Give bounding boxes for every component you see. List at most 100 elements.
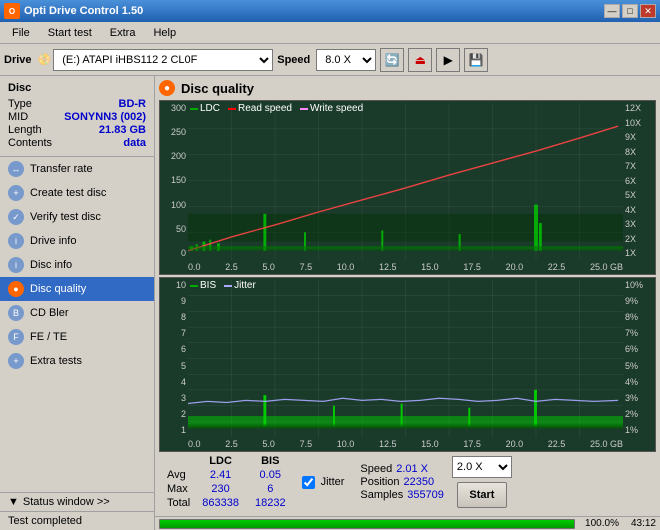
start-button[interactable]: Start	[457, 482, 507, 508]
stats-max-label: Max	[163, 482, 194, 496]
dq-title: Disc quality	[181, 81, 254, 96]
dq-icon: ●	[159, 80, 175, 96]
bis-chart: BIS Jitter 10 9 8 7 6 5 4	[159, 277, 656, 452]
disc-section: Disc Type BD-R MID SONYNN3 (002) Length …	[0, 76, 154, 157]
action-button[interactable]: ▶	[436, 48, 460, 72]
menu-start-test[interactable]: Start test	[40, 25, 100, 41]
speed-select[interactable]: 8.0 X	[316, 49, 376, 71]
disc-info-icon: i	[8, 257, 24, 273]
sidebar-item-cd-bler[interactable]: B CD Bler	[0, 301, 154, 325]
jitter-checkbox[interactable]	[302, 476, 315, 489]
stats-max-bis: 6	[247, 482, 294, 496]
stats-total-bis: 18232	[247, 496, 294, 510]
stats-total-label: Total	[163, 496, 194, 510]
samples-row: Samples 355709	[360, 489, 444, 501]
toolbar: Drive 📀 (E:) ATAPI iHBS112 2 CL0F Speed …	[0, 44, 660, 76]
stats-avg-ldc: 2.41	[194, 468, 247, 482]
speed-setting-select[interactable]: 2.0 X	[452, 456, 512, 478]
sidebar-item-create-test-disc[interactable]: + Create test disc	[0, 181, 154, 205]
position-label: Position	[360, 476, 399, 488]
disc-type-row: Type BD-R	[8, 98, 146, 110]
sidebar: Disc Type BD-R MID SONYNN3 (002) Length …	[0, 76, 155, 530]
stats-table: LDC BIS Avg 2.41 0.05 Max 230 6 Total	[163, 454, 294, 510]
disc-contents-label: Contents	[8, 137, 52, 149]
ldc-legend-item: LDC	[190, 103, 220, 114]
drive-label: Drive	[4, 54, 32, 66]
save-button[interactable]: 💾	[464, 48, 488, 72]
disc-quality-panel: ● Disc quality LDC Read speed	[155, 76, 660, 516]
bis-legend: BIS Jitter	[190, 280, 256, 291]
ldc-legend: LDC Read speed Write speed	[190, 103, 363, 114]
jitter-area: Jitter	[302, 476, 345, 489]
menu-file[interactable]: File	[4, 25, 38, 41]
title-buttons: — □ ✕	[604, 4, 656, 18]
transfer-rate-icon: ↔	[8, 161, 24, 177]
progress-container: 100.0% 43:12	[155, 516, 660, 530]
menu-help[interactable]: Help	[145, 25, 184, 41]
sidebar-item-disc-info[interactable]: i Disc info	[0, 253, 154, 277]
bis-chart-plot	[188, 280, 623, 437]
position-row: Position 22350	[360, 476, 444, 488]
sidebar-item-fe-te[interactable]: F FE / TE	[0, 325, 154, 349]
time-text: 43:12	[631, 518, 656, 529]
cd-bler-icon: B	[8, 305, 24, 321]
minimize-button[interactable]: —	[604, 4, 620, 18]
charts-container: LDC Read speed Write speed 300	[159, 100, 656, 452]
progress-text: 100.0%	[579, 518, 619, 529]
write-speed-legend-dot	[300, 108, 308, 110]
sidebar-item-transfer-rate[interactable]: ↔ Transfer rate	[0, 157, 154, 181]
stats-total-ldc: 863338	[194, 496, 247, 510]
verify-test-disc-icon: ✓	[8, 209, 24, 225]
disc-mid-value: SONYNN3 (002)	[64, 111, 146, 123]
stats-avg-label: Avg	[163, 468, 194, 482]
speed-position-area: Speed 2.01 X Position 22350 Samples 3557…	[360, 463, 444, 501]
position-value: 22350	[404, 476, 435, 488]
sidebar-item-disc-quality[interactable]: ● Disc quality	[0, 277, 154, 301]
stats-bis-header: BIS	[247, 454, 294, 468]
sidebar-status: ▼ Status window >> Test completed	[0, 492, 154, 530]
disc-mid-row: MID SONYNN3 (002)	[8, 111, 146, 123]
speed-value: 2.01 X	[396, 463, 428, 475]
jitter-label: Jitter	[321, 476, 345, 488]
status-window-label: Status window >>	[23, 496, 110, 508]
extra-tests-icon: +	[8, 353, 24, 369]
content-area: ● Disc quality LDC Read speed	[155, 76, 660, 530]
samples-value: 355709	[407, 489, 444, 501]
disc-mid-label: MID	[8, 111, 28, 123]
ldc-chart: LDC Read speed Write speed 300	[159, 100, 656, 275]
disc-length-value: 21.83 GB	[99, 124, 146, 136]
bis-x-axis: 0.0 2.5 5.0 7.5 10.0 12.5 15.0 17.5 20.0…	[188, 437, 623, 451]
speed-select-start-area: 2.0 X Start	[452, 456, 512, 508]
ldc-legend-dot	[190, 108, 198, 110]
eject-button[interactable]: ⏏	[408, 48, 432, 72]
speed-row: Speed 2.01 X	[360, 463, 444, 475]
disc-quality-icon: ●	[8, 281, 24, 297]
dq-title-bar: ● Disc quality	[159, 80, 656, 96]
refresh-button[interactable]: 🔄	[380, 48, 404, 72]
sidebar-item-extra-tests[interactable]: + Extra tests	[0, 349, 154, 373]
ldc-y-axis-right: 12X 10X 9X 8X 7X 6X 5X 4X 3X 2X 1X	[623, 101, 655, 258]
sidebar-item-verify-test-disc[interactable]: ✓ Verify test disc	[0, 205, 154, 229]
read-speed-legend-dot	[228, 108, 236, 110]
sidebar-item-drive-info[interactable]: i Drive info	[0, 229, 154, 253]
drive-select[interactable]: (E:) ATAPI iHBS112 2 CL0F	[53, 49, 273, 71]
menu-bar: File Start test Extra Help	[0, 22, 660, 44]
app-title: Opti Drive Control 1.50	[24, 5, 143, 17]
read-speed-legend-item: Read speed	[228, 103, 292, 114]
main-layout: Disc Type BD-R MID SONYNN3 (002) Length …	[0, 76, 660, 530]
close-button[interactable]: ✕	[640, 4, 656, 18]
bis-legend-item: BIS	[190, 280, 216, 291]
stats-avg-bis: 0.05	[247, 468, 294, 482]
bis-y-axis-left: 10 9 8 7 6 5 4 3 2 1	[160, 278, 188, 435]
write-speed-legend-label: Write speed	[310, 103, 363, 114]
maximize-button[interactable]: □	[622, 4, 638, 18]
status-window-button[interactable]: ▼ Status window >>	[0, 493, 154, 512]
disc-length-label: Length	[8, 124, 42, 136]
bis-legend-dot	[190, 285, 198, 287]
jitter-legend-item: Jitter	[224, 280, 256, 291]
ldc-legend-label: LDC	[200, 103, 220, 114]
disc-title: Disc	[8, 82, 146, 94]
menu-extra[interactable]: Extra	[102, 25, 144, 41]
bis-y-axis-right: 10% 9% 8% 7% 6% 5% 4% 3% 2% 1%	[623, 278, 655, 435]
title-bar: O Opti Drive Control 1.50 — □ ✕	[0, 0, 660, 22]
